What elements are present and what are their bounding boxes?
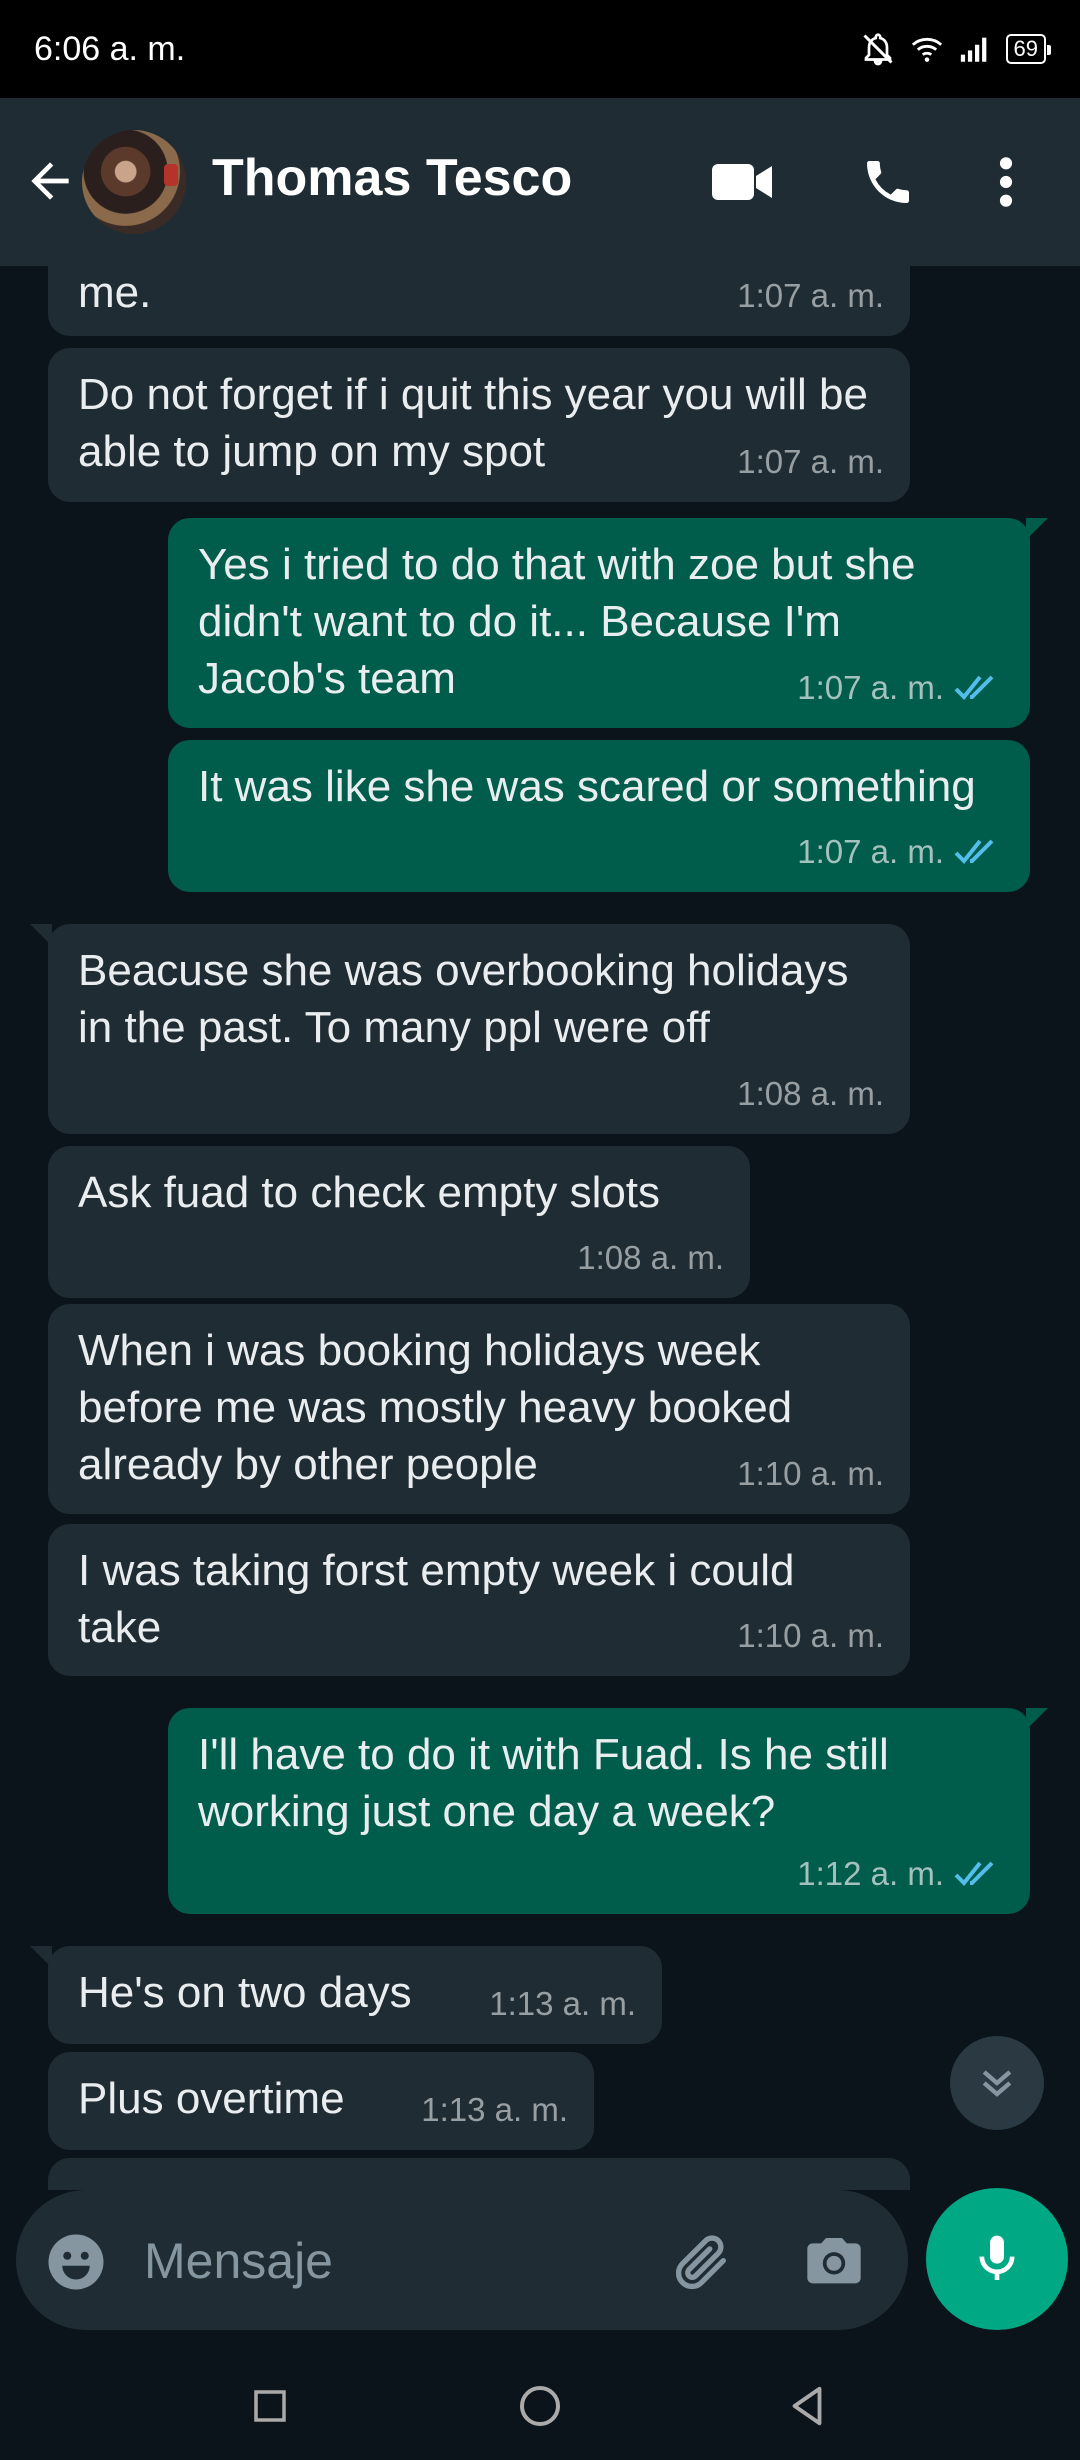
nav-recent-button[interactable] (238, 2374, 302, 2438)
more-options-button[interactable] (982, 150, 1030, 214)
nav-back-button[interactable] (776, 2374, 840, 2438)
message-incoming[interactable]: me. 1:07 a. m. (48, 266, 910, 336)
phone-icon (867, 161, 909, 203)
message-meta: 1:10 a. m. (737, 1445, 884, 1502)
message-text: Ask fuad to check empty slots (78, 1168, 661, 1217)
message-meta: 1:12 a. m. (797, 1845, 1004, 1902)
message-outgoing[interactable]: Yes i tried to do that with zoe but she … (168, 518, 1048, 728)
message-time: 1:08 a. m. (577, 1239, 724, 1276)
status-time: 6:06 a. m. (34, 29, 186, 68)
message-incoming[interactable]: Plus overtime 1:13 a. m. (48, 2052, 594, 2150)
message-incoming[interactable]: Beacuse she was overbooking holidays in … (30, 924, 910, 1134)
message-time: 1:13 a. m. (421, 2091, 568, 2128)
mic-icon (979, 2235, 1015, 2280)
message-outgoing[interactable]: I'll have to do it with Fuad. Is he stil… (168, 1708, 1048, 1914)
avatar[interactable] (82, 130, 186, 234)
scroll-down-button[interactable] (950, 2036, 1044, 2130)
nav-back-icon (792, 2386, 822, 2426)
video-call-icon (712, 164, 772, 200)
message-time: 1:07 a. m. (797, 669, 944, 706)
message-time: 1:07 a. m. (737, 277, 884, 314)
read-ticks-icon (954, 675, 994, 700)
nav-home-icon (520, 2386, 560, 2426)
chat-area[interactable]: me. 1:07 a. m. Do not forget if i quit t… (0, 266, 1080, 2190)
message-meta: 1:07 a. m. (737, 433, 884, 490)
message-meta: 1:08 a. m. (577, 1229, 724, 1286)
camera-icon[interactable] (802, 2230, 866, 2294)
scroll-down-icon (982, 2070, 1012, 2097)
message-composer (16, 2190, 908, 2330)
back-arrow-icon[interactable] (22, 153, 78, 209)
video-call-button[interactable] (710, 150, 774, 214)
message-time: 1:08 a. m. (737, 1075, 884, 1112)
message-time: 1:10 a. m. (737, 1455, 884, 1492)
message-meta: 1:10 a. m. (737, 1607, 884, 1664)
message-time: 1:12 a. m. (797, 1855, 944, 1892)
nav-recent-icon (254, 2390, 286, 2422)
message-time: 1:07 a. m. (737, 443, 884, 480)
message-incoming[interactable]: He's on two days 1:13 a. m. (30, 1946, 662, 2044)
message-meta: 1:07 a. m. (797, 823, 1004, 880)
signal-icon (960, 37, 986, 62)
message-incoming[interactable]: Do not forget if i quit this year you wi… (48, 348, 910, 502)
message-input[interactable] (142, 2228, 646, 2294)
system-nav-bar (0, 2352, 1080, 2460)
chat-header: Thomas Tesco (0, 98, 1080, 266)
message-incoming[interactable]: Ask fuad to check empty slots 1:08 a. m. (48, 1146, 750, 1298)
message-text: Beacuse she was overbooking holidays in … (78, 946, 849, 1052)
read-ticks-icon (954, 839, 994, 864)
message-meta: 1:07 a. m. (797, 659, 1004, 716)
message-time: 1:10 a. m. (737, 1617, 884, 1654)
message-meta: 1:13 a. m. (421, 2081, 568, 2138)
message-outgoing[interactable]: It was like she was scared or something … (168, 740, 1030, 892)
wifi-icon (911, 37, 942, 62)
message-meta: 1:08 a. m. (737, 1065, 884, 1122)
message-text: I'll have to do it with Fuad. Is he stil… (198, 1730, 889, 1836)
message-time: 1:07 a. m. (797, 833, 944, 870)
message-time: 1:13 a. m. (489, 1985, 636, 2022)
contact-name[interactable]: Thomas Tesco (212, 148, 572, 208)
message-incoming[interactable]: When i was booking holidays week before … (48, 1304, 910, 1514)
voice-message-button[interactable] (926, 2188, 1068, 2330)
message-text: It was like she was scared or something (198, 762, 976, 811)
mute-icon (862, 33, 893, 66)
status-bar: 6:06 a. m. 69 (0, 0, 1080, 98)
battery-icon: 69 (1005, 34, 1052, 64)
message-incoming-partial[interactable] (48, 2158, 910, 2190)
voice-call-button[interactable] (856, 150, 920, 214)
emoji-icon[interactable] (46, 2232, 106, 2292)
more-vert-icon (999, 157, 1013, 207)
message-meta: 1:13 a. m. (489, 1975, 636, 2032)
nav-home-button[interactable] (508, 2374, 572, 2438)
message-meta: 1:07 a. m. (737, 267, 884, 324)
read-ticks-icon (954, 1861, 994, 1886)
attach-icon[interactable] (670, 2230, 734, 2294)
message-incoming[interactable]: I was taking forst empty week i could ta… (48, 1524, 910, 1676)
status-icons: 69 (860, 31, 1052, 67)
